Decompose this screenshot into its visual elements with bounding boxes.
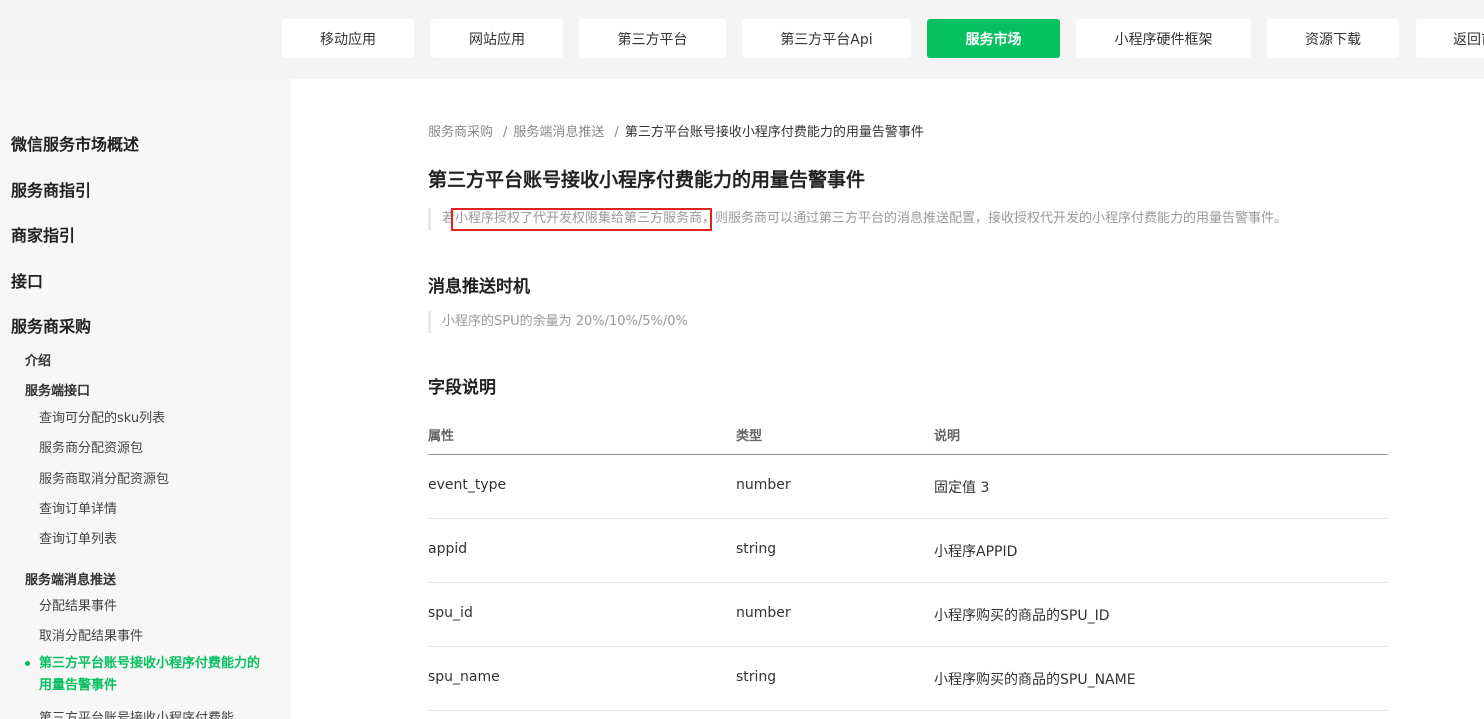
section-title-push-timing: 消息推送时机 (428, 277, 530, 297)
breadcrumb-link-purchase[interactable]: 服务商采购 (428, 125, 493, 140)
sidebar-item-merchant-guide[interactable]: 商家指引 (11, 222, 75, 246)
sidebar-item-query-sku-list[interactable]: 查询可分配的sku列表 (39, 407, 165, 426)
sidebar-item-api[interactable]: 接口 (11, 268, 43, 292)
page-title: 第三方平台账号接收小程序付费能力的用量告警事件 (428, 169, 866, 191)
sidebar: 微信服务市场概述 服务商指引 商家指引 接口 服务商采购 介绍 服务端接口 查询… (0, 79, 291, 719)
breadcrumb-separator: / (614, 125, 619, 140)
sidebar-item-intro[interactable]: 介绍 (25, 350, 51, 369)
table-cell-description: 小程序购买的商品的SPU_ID (934, 608, 1110, 624)
sidebar-group-server-push[interactable]: 服务端消息推送 (25, 569, 116, 588)
nav-third-party-platform[interactable]: 第三方平台 (579, 19, 726, 58)
table-row: spu_name string 小程序购买的商品的SPU_NAME (428, 647, 1388, 711)
table-header-type: 类型 (736, 429, 763, 444)
breadcrumb: 服务商采购 / 服务端消息推送 / 第三方平台账号接收小程序付费能力的用量告警事件 (428, 121, 924, 140)
table-cell-property: appid (428, 541, 468, 557)
nav-service-market[interactable]: 服务市场 (927, 19, 1060, 58)
sidebar-group-server-api[interactable]: 服务端接口 (25, 380, 90, 399)
table-row: spu_id number 小程序购买的商品的SPU_ID (428, 583, 1388, 647)
table-cell-type: number (736, 477, 791, 493)
table-cell-description: 固定值 3 (934, 480, 990, 496)
breadcrumb-link-push[interactable]: 服务端消息推送 (513, 125, 604, 140)
section-title-fields: 字段说明 (428, 378, 496, 398)
breadcrumb-current: 第三方平台账号接收小程序付费能力的用量告警事件 (624, 125, 924, 140)
table-header-property: 属性 (428, 429, 455, 444)
table-row: event_type number 固定值 3 (428, 455, 1388, 519)
sidebar-item-provider-guide[interactable]: 服务商指引 (11, 177, 91, 201)
nav-back-home[interactable]: 返回首 (1416, 19, 1484, 58)
breadcrumb-separator: / (503, 125, 508, 140)
sidebar-item-next-event[interactable]: 第三方平台账号接收小程序付费能 (39, 707, 234, 719)
table-cell-type: number (736, 605, 791, 621)
top-nav-bar: 移动应用 网站应用 第三方平台 第三方平台Api 服务市场 小程序硬件框架 资源… (0, 0, 1484, 79)
sidebar-item-order-detail[interactable]: 查询订单详情 (39, 498, 117, 517)
sidebar-item-order-list[interactable]: 查询订单列表 (39, 528, 117, 547)
sidebar-item-market-overview[interactable]: 微信服务市场概述 (11, 131, 139, 155)
sidebar-item-cancel-assign-package[interactable]: 服务商取消分配资源包 (39, 468, 169, 487)
sidebar-item-provider-purchase[interactable]: 服务商采购 (11, 313, 91, 337)
main-content: 服务商采购 / 服务端消息推送 / 第三方平台账号接收小程序付费能力的用量告警事件 第三… (291, 79, 1484, 719)
table-cell-description: 小程序APPID (934, 544, 1018, 560)
table-cell-property: event_type (428, 477, 507, 493)
table-cell-type: string (736, 541, 777, 557)
table-header-row: 属性 类型 说明 (428, 414, 1388, 455)
sidebar-item-usage-alert-event[interactable]: 第三方平台账号接收小程序付费能力的用量告警事件 (39, 653, 264, 697)
table-cell-description: 小程序购买的商品的SPU_NAME (934, 672, 1136, 688)
table-row: appid string 小程序APPID (428, 519, 1388, 583)
active-bullet-icon (25, 661, 30, 666)
table-header-description: 说明 (934, 429, 961, 444)
sidebar-item-assign-result-event[interactable]: 分配结果事件 (39, 595, 117, 614)
sidebar-item-cancel-assign-event[interactable]: 取消分配结果事件 (39, 625, 143, 644)
nav-third-party-api[interactable]: 第三方平台Api (742, 19, 911, 58)
push-timing-text: 小程序的SPU的余量为 20%/10%/5%/0% (428, 311, 688, 333)
intro-text: 若小程序授权了代开发权限集给第三方服务商，则服务商可以通过第三方平台的消息推送配… (428, 208, 1287, 230)
nav-miniprogram-hardware[interactable]: 小程序硬件框架 (1076, 19, 1251, 58)
nav-resource-download[interactable]: 资源下载 (1267, 19, 1399, 58)
table-cell-property: spu_name (428, 669, 500, 685)
nav-website-app[interactable]: 网站应用 (431, 19, 563, 58)
table-cell-property: spu_id (428, 605, 473, 621)
sidebar-item-assign-package[interactable]: 服务商分配资源包 (39, 437, 143, 456)
nav-mobile-app[interactable]: 移动应用 (282, 19, 414, 58)
table-cell-type: string (736, 669, 777, 685)
fields-table: 属性 类型 说明 event_type number 固定值 3 appid s… (428, 414, 1388, 711)
